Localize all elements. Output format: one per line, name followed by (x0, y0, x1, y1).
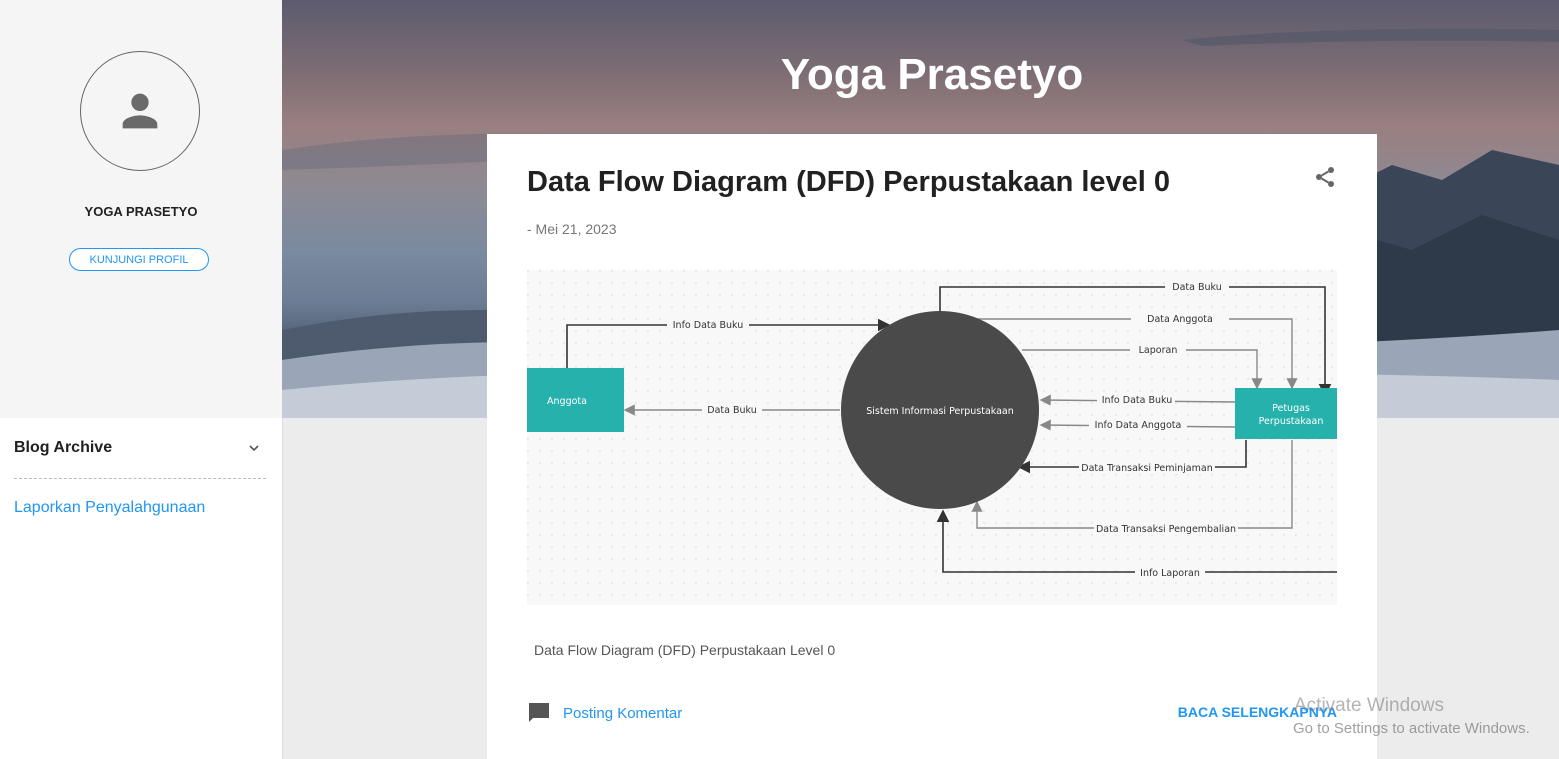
flow-label-data-buku-top: Data Buku (1172, 282, 1221, 293)
profile-name: YOGA PRASETYO (84, 204, 198, 219)
entity-petugas-label-line1: Petugas (1272, 403, 1310, 414)
profile-section: YOGA PRASETYO KUNJUNGI PROFIL (0, 0, 282, 418)
post-card: Data Flow Diagram (DFD) Perpustakaan lev… (487, 134, 1377, 759)
entity-anggota-label: Anggota (547, 396, 587, 407)
share-icon[interactable] (1313, 165, 1337, 189)
dfd-diagram-image[interactable]: Data Buku Data Anggota Laporan Info Data… (527, 270, 1337, 605)
avatar[interactable] (80, 51, 200, 171)
entity-petugas-label-line2: Perpustakaan (1259, 416, 1324, 427)
flow-label-data-transaksi-pengembalian: Data Transaksi Pengembalian (1096, 524, 1236, 535)
flow-label-data-transaksi-peminjaman: Data Transaksi Peminjaman (1081, 463, 1212, 474)
blog-archive-title: Blog Archive (14, 439, 113, 456)
blog-archive-header[interactable]: Blog Archive (14, 436, 266, 479)
flow-label-info-data-buku-left: Info Data Buku (673, 320, 743, 331)
comment-icon (529, 703, 549, 722)
flow-label-data-anggota: Data Anggota (1147, 314, 1213, 325)
sidebar: YOGA PRASETYO KUNJUNGI PROFIL Blog Archi… (0, 0, 283, 759)
flow-label-data-buku-left: Data Buku (707, 405, 756, 416)
chevron-down-icon[interactable] (246, 440, 262, 456)
flow-label-info-data-buku-right: Info Data Buku (1102, 395, 1172, 406)
flow-label-info-laporan: Info Laporan (1140, 568, 1200, 579)
post-date: - Mei 21, 2023 (527, 221, 617, 237)
person-icon (122, 93, 158, 129)
activation-watermark-title: Activate Windows (1294, 695, 1444, 716)
dfd-diagram: Data Buku Data Anggota Laporan Info Data… (527, 270, 1337, 605)
blog-title[interactable]: Yoga Prasetyo (282, 50, 1559, 100)
image-caption: Data Flow Diagram (DFD) Perpustakaan Lev… (534, 642, 836, 658)
process-label: Sistem Informasi Perpustakaan (866, 406, 1014, 417)
activation-watermark-subtitle: Go to Settings to activate Windows. (1293, 720, 1530, 737)
flow-label-laporan: Laporan (1139, 345, 1178, 356)
post-title[interactable]: Data Flow Diagram (DFD) Perpustakaan lev… (527, 166, 1170, 199)
post-comment-link[interactable]: Posting Komentar (527, 701, 682, 725)
flow-label-info-data-anggota: Info Data Anggota (1095, 420, 1182, 431)
report-abuse-link[interactable]: Laporkan Penyalahgunaan (14, 499, 205, 517)
post-comment-label: Posting Komentar (563, 704, 683, 722)
visit-profile-button[interactable]: KUNJUNGI PROFIL (69, 248, 209, 271)
